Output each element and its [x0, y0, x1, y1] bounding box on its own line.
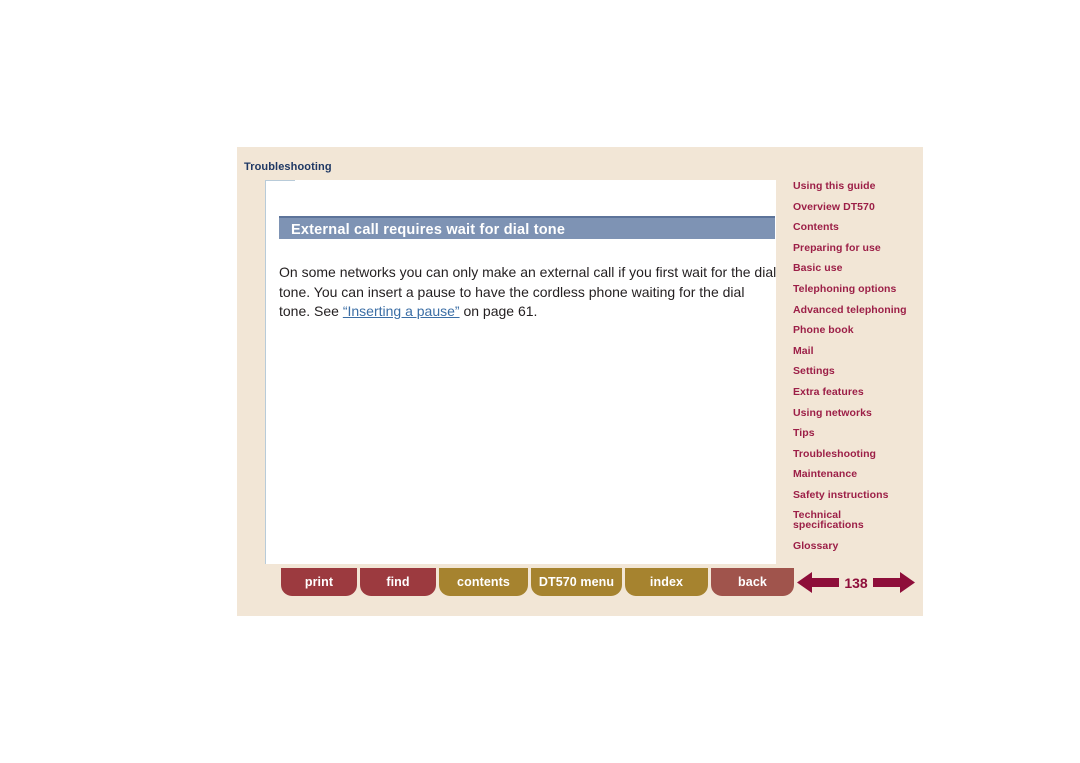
sidebar-item-phone-book[interactable]: Phone book: [793, 324, 917, 336]
page-title: External call requires wait for dial ton…: [291, 221, 566, 238]
contents-button[interactable]: contents: [439, 568, 528, 596]
sidebar-nav: Using this guide Overview DT570 Contents Pr…: [793, 180, 917, 561]
sidebar-item-contents[interactable]: Contents: [793, 221, 917, 233]
dt570-menu-button[interactable]: DT570 menu: [531, 568, 622, 596]
sidebar-item-using-networks[interactable]: Using networks: [793, 407, 917, 419]
sidebar-item-basic-use[interactable]: Basic use: [793, 262, 917, 274]
corner-rule-horizontal: [265, 180, 295, 181]
page-sheet: Troubleshooting External call requires w…: [237, 147, 923, 616]
previous-page-arrow-icon[interactable]: [797, 571, 839, 594]
body-paragraph: On some networks you can only make an ex…: [279, 263, 779, 322]
sidebar-item-overview-dt570[interactable]: Overview DT570: [793, 201, 917, 213]
find-button[interactable]: find: [360, 568, 436, 596]
sidebar-item-advanced-telephoning[interactable]: Advanced telephoning: [793, 304, 917, 316]
sidebar-item-tips[interactable]: Tips: [793, 427, 917, 439]
index-button[interactable]: index: [625, 568, 708, 596]
sidebar-item-technical-specifications[interactable]: Technical specifications: [793, 509, 917, 531]
sidebar-item-mail[interactable]: Mail: [793, 345, 917, 357]
content-panel: External call requires wait for dial ton…: [265, 180, 776, 564]
sidebar-item-extra-features[interactable]: Extra features: [793, 386, 917, 398]
sidebar-item-maintenance[interactable]: Maintenance: [793, 468, 917, 480]
inserting-a-pause-link[interactable]: “Inserting a pause”: [343, 303, 460, 319]
sidebar-item-settings[interactable]: Settings: [793, 365, 917, 377]
pager: 138: [797, 569, 915, 596]
sidebar-item-glossary[interactable]: Glossary: [793, 540, 917, 552]
corner-rule-vertical: [265, 180, 266, 564]
next-page-arrow-icon[interactable]: [873, 571, 915, 594]
sidebar-item-using-this-guide[interactable]: Using this guide: [793, 180, 917, 192]
sidebar-item-preparing-for-use[interactable]: Preparing for use: [793, 242, 917, 254]
body-text-after-link: on page 61.: [459, 303, 538, 319]
sidebar-item-safety-instructions[interactable]: Safety instructions: [793, 489, 917, 501]
breadcrumb: Troubleshooting: [244, 161, 332, 173]
print-button[interactable]: print: [281, 568, 357, 596]
sidebar-item-troubleshooting[interactable]: Troubleshooting: [793, 448, 917, 460]
section-title-bar: External call requires wait for dial ton…: [279, 216, 775, 239]
sidebar-item-telephoning-options[interactable]: Telephoning options: [793, 283, 917, 295]
back-button[interactable]: back: [711, 568, 794, 596]
